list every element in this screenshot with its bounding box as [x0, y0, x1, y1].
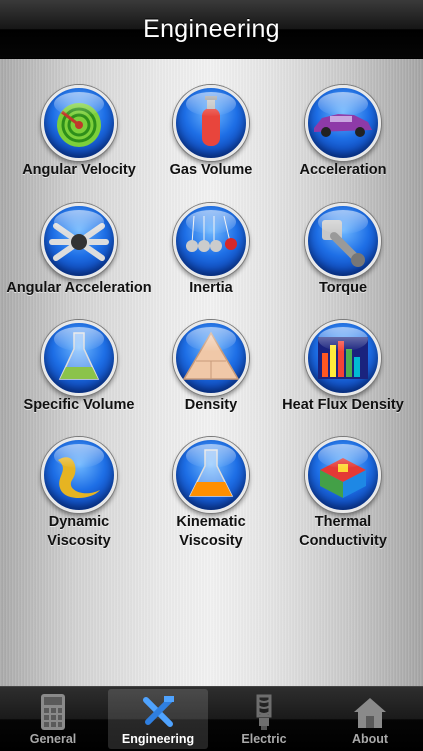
tab-label: Electric: [241, 732, 287, 746]
tab-bar: General Engineering Electric About: [0, 686, 423, 751]
grid-item-heat-flux-density[interactable]: Heat Flux Density: [273, 320, 413, 420]
gas-cylinder-icon: [173, 85, 249, 161]
grid-item-acceleration[interactable]: Acceleration: [273, 85, 413, 185]
calculator-icon: [41, 694, 65, 730]
newtons-cradle-icon: [173, 203, 249, 279]
grid-item-gas-volume[interactable]: Gas Volume: [141, 85, 281, 185]
grid-item-label: Thermal: [314, 514, 372, 530]
grid-item-angular-acceleration[interactable]: Angular Acceleration: [6, 203, 152, 303]
light-bulb-icon: [256, 694, 272, 730]
tools-icon: [143, 696, 174, 727]
thermal-block-icon: [305, 437, 381, 513]
grid-item-inertia[interactable]: Inertia: [141, 203, 281, 303]
grid-item-label: Specific Volume: [23, 397, 135, 413]
tab-label: Engineering: [121, 732, 195, 746]
spiral-disc-icon: [41, 85, 117, 161]
grid-item-label: Inertia: [189, 280, 233, 296]
grid-item-thermal-conductivity[interactable]: Thermal Conductivity: [273, 437, 413, 557]
grid-item-angular-velocity[interactable]: Angular Velocity: [9, 85, 149, 185]
beaker-icon: [173, 437, 249, 513]
grid-item-density[interactable]: Density: [141, 320, 281, 420]
grid-item-label: Kinematic: [176, 514, 246, 530]
grid-item-label: Dynamic: [48, 514, 110, 530]
grid-item-kinematic-viscosity[interactable]: Kinematic Viscosity: [141, 437, 281, 557]
converter-grid: Angular Velocity Gas Volume Acceleration…: [0, 59, 423, 686]
grid-item-label: Density: [184, 397, 238, 413]
grid-item-label: Conductivity: [299, 533, 387, 549]
liquid-splash-icon: [41, 437, 117, 513]
grid-item-label: Angular Acceleration: [6, 280, 152, 296]
flask-icon: [41, 320, 117, 396]
grid-item-label: Acceleration: [299, 162, 387, 178]
grid-item-label: Gas Volume: [169, 162, 253, 178]
nav-bar: Engineering: [0, 0, 423, 59]
house-icon: [354, 698, 386, 728]
grid-item-label: Heat Flux Density: [282, 397, 404, 413]
grid-item-specific-volume[interactable]: Specific Volume: [9, 320, 149, 420]
piston-icon: [305, 203, 381, 279]
grid-item-torque[interactable]: Torque: [273, 203, 413, 303]
grid-item-label: Viscosity: [47, 533, 111, 549]
heat-map-icon: [305, 320, 381, 396]
tab-general[interactable]: General: [3, 689, 103, 749]
tab-label: About: [351, 732, 389, 746]
car-icon: [305, 85, 381, 161]
grid-item-label: Viscosity: [179, 533, 243, 549]
grid-item-label: Torque: [318, 280, 368, 296]
spinning-blades-icon: [41, 203, 117, 279]
tab-label: General: [29, 732, 77, 746]
triangle-formula-icon: [173, 320, 249, 396]
tab-about[interactable]: About: [320, 689, 420, 749]
page-title: Engineering: [143, 14, 280, 43]
tab-electric[interactable]: Electric: [214, 689, 314, 749]
tab-engineering[interactable]: Engineering: [108, 689, 208, 749]
grid-item-dynamic-viscosity[interactable]: Dynamic Viscosity: [9, 437, 149, 557]
grid-item-label: Angular Velocity: [22, 162, 136, 178]
